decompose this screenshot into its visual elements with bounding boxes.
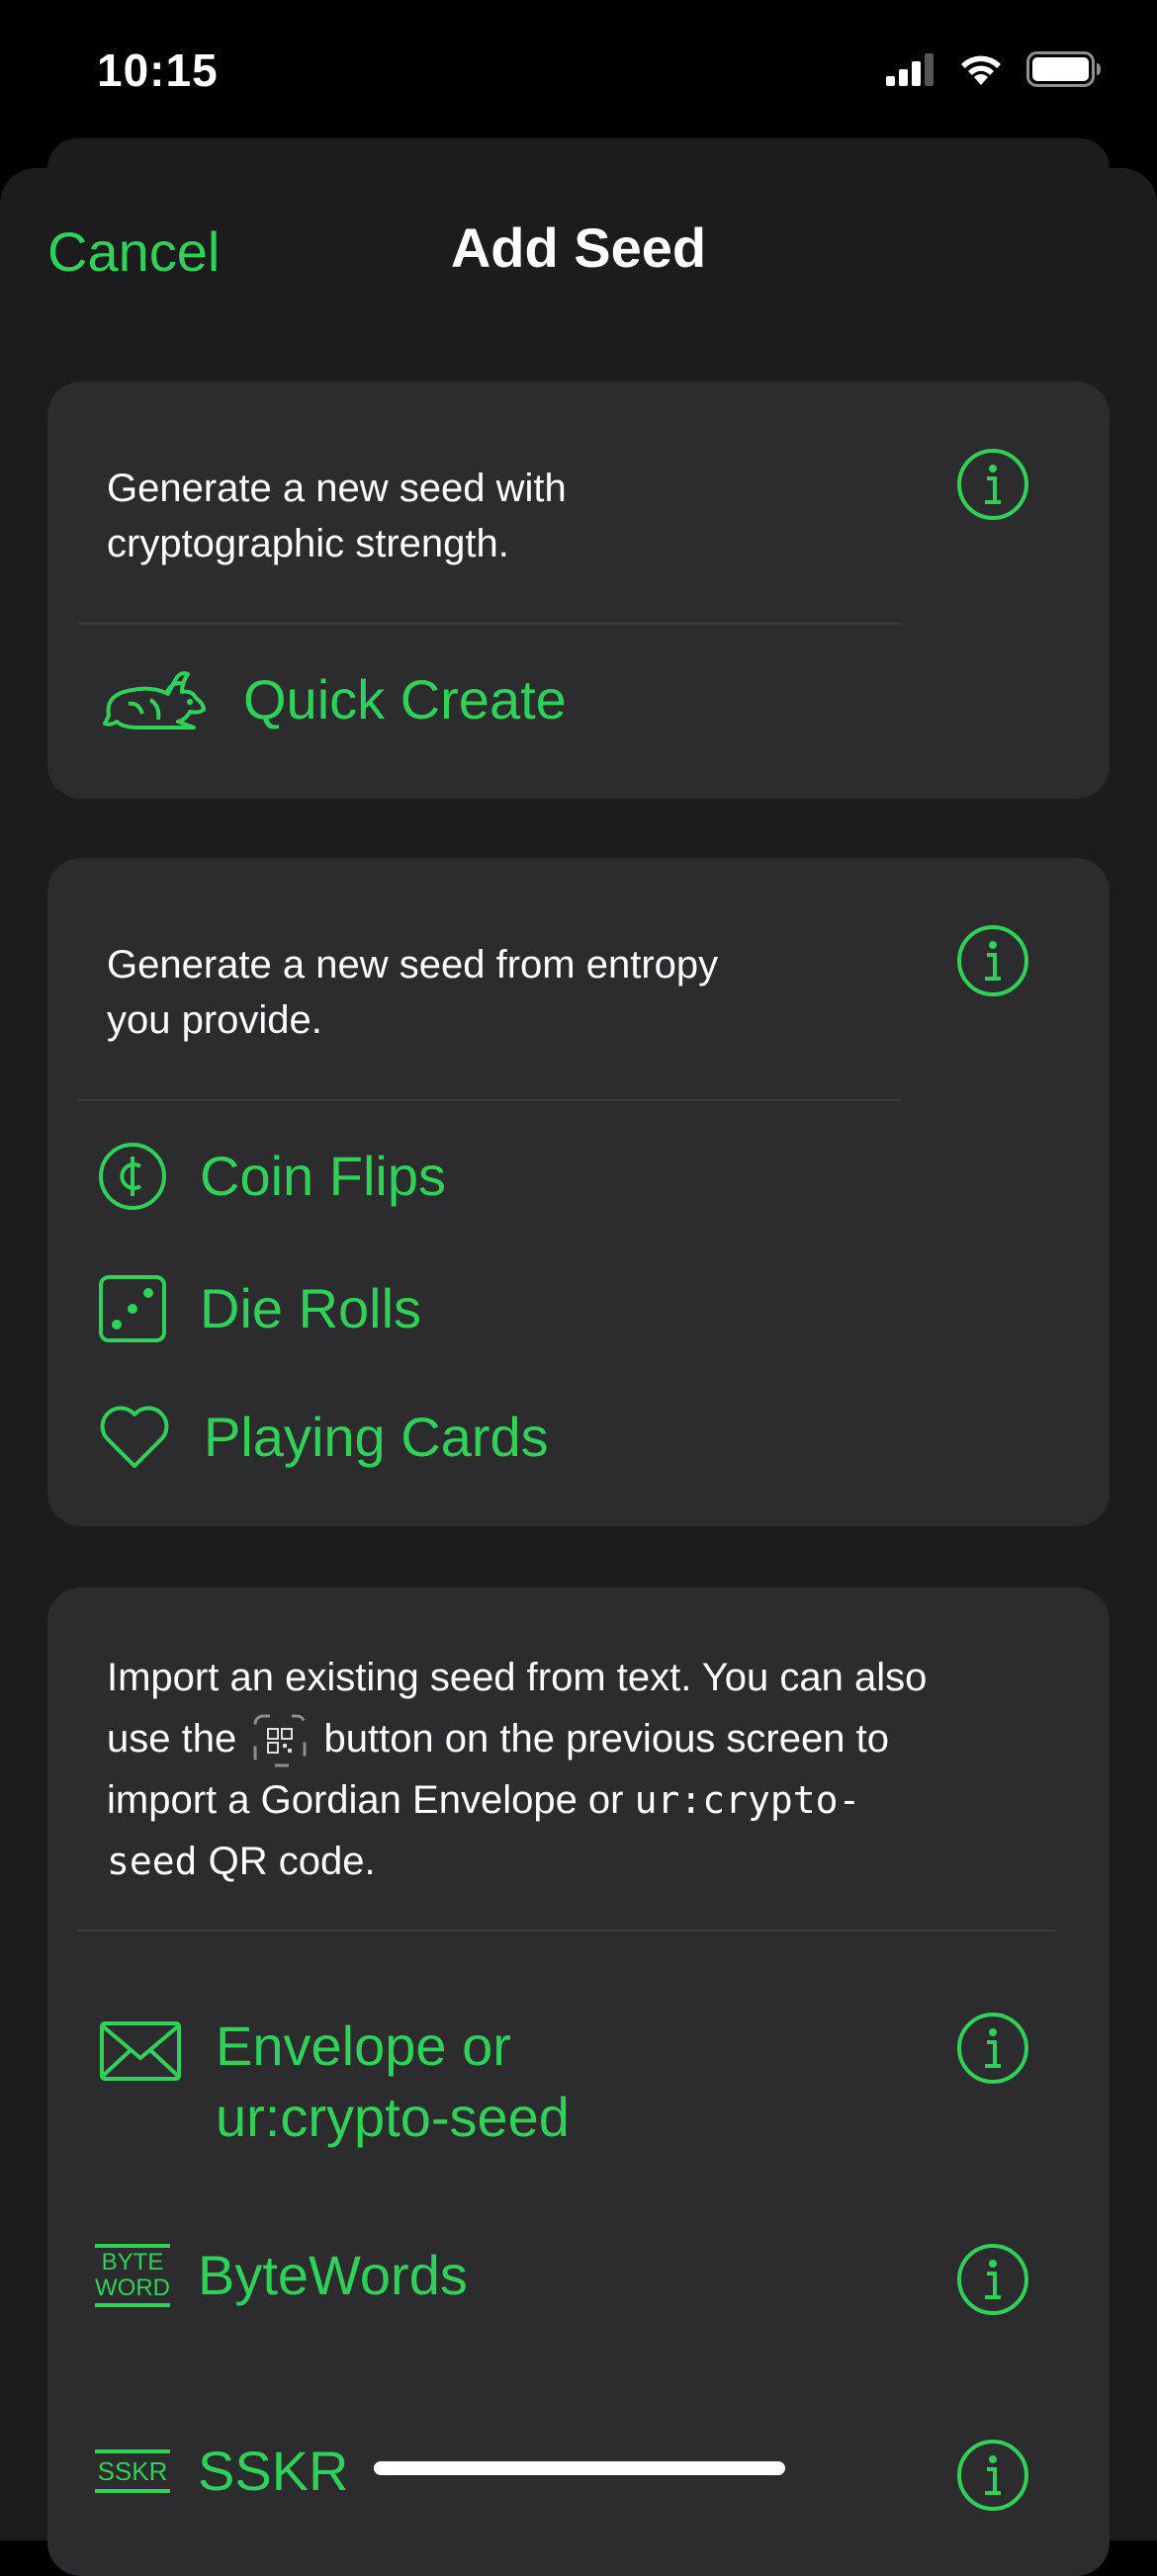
divider (77, 1930, 1056, 1932)
status-bar: 10:15 (0, 0, 1157, 148)
wifi-icon (961, 55, 1001, 85)
sskr-icon-text: SSKR (97, 2456, 168, 2486)
divider (77, 1099, 902, 1101)
signal-icon (886, 53, 934, 86)
quick-desc-line2: cryptographic strength. (107, 522, 509, 565)
entropy-desc-line2: you provide. (107, 998, 322, 1042)
quick-create-label: Quick Create (243, 668, 567, 730)
import-desc-line2-post: button on the previous screen to (323, 1717, 889, 1760)
envelope-icon (100, 2021, 181, 2081)
qr-code-icon (253, 1714, 307, 1767)
battery-icon (1026, 51, 1101, 87)
import-card: Import an existing seed from text. You c… (47, 1588, 1110, 2576)
envelope-button[interactable]: Envelope or ur:crypto-seed (99, 2011, 570, 2153)
divider (77, 623, 902, 625)
import-desc-line4: seed QR code. (107, 1831, 927, 1892)
bytewords-icon: BYTE WORD (95, 2244, 170, 2307)
envelope-label-line2: ur:crypto-seed (216, 2086, 570, 2148)
playing-cards-button[interactable]: Playing Cards (97, 1402, 549, 1473)
coin-flips-button[interactable]: Coin Flips (97, 1141, 446, 1212)
bytewords-icon-text-1: BYTE (101, 2249, 164, 2275)
sskr-button[interactable]: SSKR SSKR (95, 2436, 349, 2507)
envelope-label: Envelope or ur:crypto-seed (216, 2011, 570, 2153)
die-rolls-button[interactable]: Die Rolls (97, 1273, 421, 1344)
sskr-icon: SSKR (95, 2449, 170, 2493)
info-icon[interactable] (955, 2438, 1030, 2513)
envelope-label-line1: Envelope or (216, 2015, 511, 2077)
import-desc-line2: use the button on the previous screen to (107, 1708, 927, 1769)
home-indicator[interactable] (374, 2461, 785, 2475)
die-icon (99, 1275, 166, 1342)
import-desc-code-2: seed (107, 1840, 198, 1883)
import-desc-line4-post: QR code. (197, 1840, 376, 1883)
quick-create-description: Generate a new seed with cryptographic s… (107, 461, 567, 571)
import-desc-code-1: ur:crypto- (634, 1778, 861, 1822)
info-icon[interactable] (955, 923, 1030, 998)
quick-create-card: Generate a new seed with cryptographic s… (47, 382, 1110, 799)
page-title: Add Seed (450, 216, 707, 279)
coin-icon (99, 1143, 166, 1210)
info-icon[interactable] (955, 447, 1030, 522)
entropy-card: Generate a new seed from entropy you pro… (47, 858, 1110, 1526)
import-description: Import an existing seed from text. You c… (107, 1647, 927, 1892)
playing-cards-label: Playing Cards (204, 1406, 549, 1468)
info-icon[interactable] (955, 2242, 1030, 2317)
coin-flips-label: Coin Flips (200, 1145, 446, 1207)
bytewords-button[interactable]: BYTE WORD ByteWords (95, 2240, 468, 2311)
entropy-description: Generate a new seed from entropy you pro… (107, 937, 718, 1048)
quick-desc-line1: Generate a new seed with (107, 467, 567, 510)
import-desc-line2-pre: use the (107, 1717, 237, 1760)
import-desc-line1: Import an existing seed from text. You c… (107, 1656, 928, 1699)
bytewords-icon-text-2: WORD (95, 2275, 170, 2301)
sskr-label: SSKR (198, 2440, 349, 2502)
heart-icon (100, 1406, 169, 1468)
bytewords-label: ByteWords (198, 2244, 468, 2306)
die-rolls-label: Die Rolls (200, 1277, 422, 1339)
quick-create-button[interactable]: Quick Create (99, 664, 567, 735)
import-desc-line3: import a Gordian Envelope or ur:crypto- (107, 1769, 927, 1831)
info-icon[interactable] (955, 2011, 1030, 2086)
status-icons (886, 51, 1102, 87)
rabbit-icon (103, 671, 206, 730)
entropy-desc-line1: Generate a new seed from entropy (107, 943, 719, 987)
status-time: 10:15 (97, 44, 219, 96)
import-desc-line3-pre: import a Gordian Envelope or (107, 1778, 635, 1822)
